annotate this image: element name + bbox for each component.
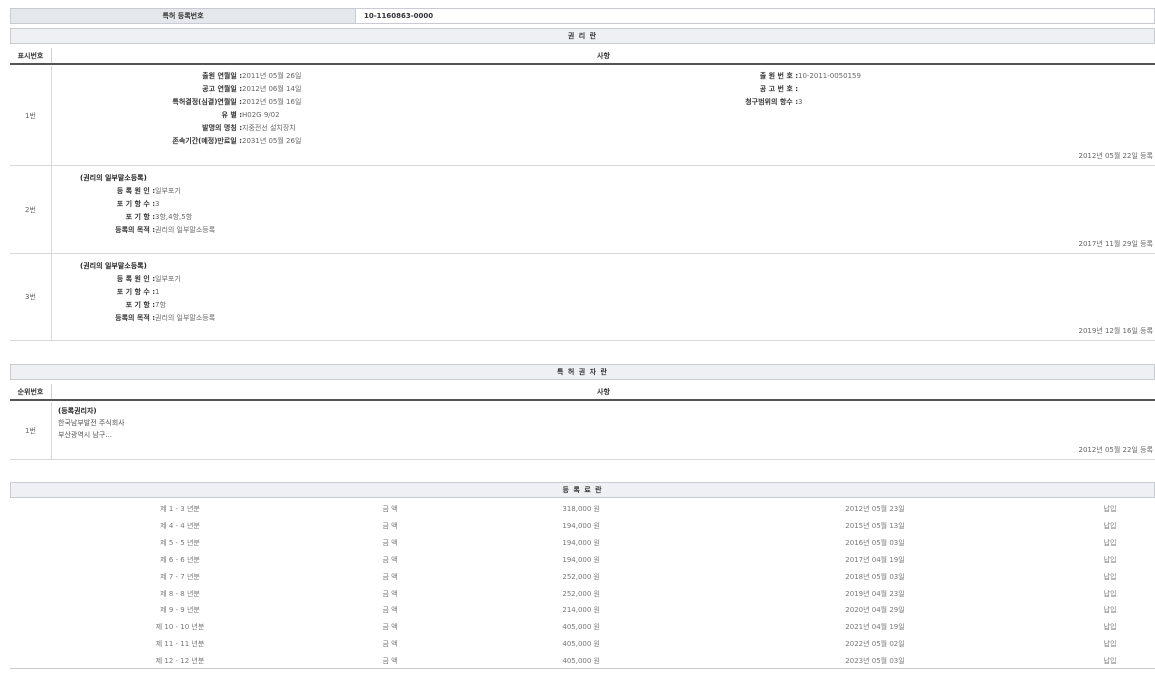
entry-heading: (권리의 일부말소등록) bbox=[80, 172, 147, 185]
fee-status: 납입 bbox=[1080, 518, 1140, 535]
fee-row: 제 11 - 11 년분 금 액 405,000 원 2022년 05월 02일 납입 bbox=[10, 636, 1155, 653]
waived-claim-count: 포 기 항 수 : 3 bbox=[80, 198, 159, 211]
filing-date: 출원 연월일 : 2011년 05월 26일 bbox=[92, 70, 301, 83]
fee-year: 제 10 - 10 년분 bbox=[120, 619, 240, 636]
owner-section-title: 특 허 권 자 란 bbox=[10, 364, 1155, 380]
rights-section-title: 권 리 란 bbox=[10, 28, 1155, 44]
registration-date: 2019년 12월 16일 등록 bbox=[1078, 326, 1153, 336]
fee-payment-date: 2018년 05월 03일 bbox=[810, 569, 940, 586]
entry-number: 2번 bbox=[10, 166, 52, 253]
registration-purpose: 등록의 목적 : 권리의 일부말소등록 bbox=[80, 224, 215, 237]
fee-row: 제 8 - 8 년분 금 액 252,000 원 2019년 04월 23일 납입 bbox=[10, 586, 1155, 603]
fee-amount: 405,000 원 bbox=[500, 619, 600, 636]
waived-claims: 포 기 항 : 3항,4항,5항 bbox=[80, 211, 192, 224]
publication-number: 공 고 번 호 : bbox=[652, 83, 798, 96]
owner-column-header: 순위번호 사항 bbox=[10, 384, 1155, 401]
registration-number-value: 10-1160863-0000 bbox=[356, 9, 433, 23]
fee-payment-date: 2015년 05월 13일 bbox=[810, 518, 940, 535]
fee-amount-label: 금 액 bbox=[360, 535, 420, 552]
fee-payment-date: 2021년 04월 19일 bbox=[810, 619, 940, 636]
rights-entry-1: 1번 출원 연월일 : 2011년 05월 26일 공고 연월일 : 2012년… bbox=[10, 66, 1155, 166]
decision-date: 특허결정(심결)연월일 : 2012년 05월 16일 bbox=[92, 96, 301, 109]
application-number: 출 원 번 호 : 10-2011-0050159 bbox=[652, 70, 861, 83]
fee-section-title: 등 록 료 란 bbox=[10, 482, 1155, 498]
registration-date: 2017년 11월 29일 등록 bbox=[1078, 239, 1153, 249]
fee-amount: 405,000 원 bbox=[500, 636, 600, 653]
waived-claim-count: 포 기 항 수 : 1 bbox=[80, 286, 159, 299]
fee-amount-label: 금 액 bbox=[360, 602, 420, 619]
rights-entry-2: 2번 (권리의 일부말소등록) 등 록 원 인 : 일부포기 포 기 항 수 :… bbox=[10, 166, 1155, 254]
owner-col-matter: 사항 bbox=[52, 384, 1155, 399]
fee-year: 제 1 - 3 년분 bbox=[120, 501, 240, 518]
classification: 유 별 : H02G 9/02 bbox=[92, 109, 280, 122]
fee-amount-label: 금 액 bbox=[360, 586, 420, 603]
fee-row: 제 5 - 5 년분 금 액 194,000 원 2016년 05월 03일 납입 bbox=[10, 535, 1155, 552]
fee-row: 제 7 - 7 년분 금 액 252,000 원 2018년 05월 03일 납입 bbox=[10, 569, 1155, 586]
fee-status: 납입 bbox=[1080, 586, 1140, 603]
fee-amount-label: 금 액 bbox=[360, 552, 420, 569]
fee-amount: 252,000 원 bbox=[500, 586, 600, 603]
fee-status: 납입 bbox=[1080, 535, 1140, 552]
fee-amount-label: 금 액 bbox=[360, 569, 420, 586]
fee-amount-label: 금 액 bbox=[360, 518, 420, 535]
fee-row: 제 6 - 6 년분 금 액 194,000 원 2017년 04월 19일 납입 bbox=[10, 552, 1155, 569]
fee-amount: 194,000 원 bbox=[500, 535, 600, 552]
fee-status: 납입 bbox=[1080, 569, 1140, 586]
fee-payment-date: 2017년 04월 19일 bbox=[810, 552, 940, 569]
fee-status: 납입 bbox=[1080, 501, 1140, 518]
fee-year: 제 7 - 7 년분 bbox=[120, 569, 240, 586]
fee-amount: 194,000 원 bbox=[500, 518, 600, 535]
fee-payment-date: 2019년 04월 23일 bbox=[810, 586, 940, 603]
fee-payment-date: 2016년 05월 03일 bbox=[810, 535, 940, 552]
fee-status: 납입 bbox=[1080, 619, 1140, 636]
owner-address: 부산광역시 남구... bbox=[58, 429, 112, 442]
owner-entry-1: 1번 (등록권리자) 한국남부발전 주식회사 부산광역시 남구... 2012년… bbox=[10, 402, 1155, 460]
fee-row: 제 9 - 9 년분 금 액 214,000 원 2020년 04월 29일 납입 bbox=[10, 602, 1155, 619]
fee-amount-label: 금 액 bbox=[360, 636, 420, 653]
registration-purpose: 등록의 목적 : 권리의 일부말소등록 bbox=[80, 312, 215, 325]
entry-heading: (권리의 일부말소등록) bbox=[80, 260, 147, 273]
fee-amount-label: 금 액 bbox=[360, 619, 420, 636]
fee-year: 제 5 - 5 년분 bbox=[120, 535, 240, 552]
fee-amount: 252,000 원 bbox=[500, 569, 600, 586]
fee-amount: 318,000 원 bbox=[500, 501, 600, 518]
claim-count: 청구범위의 항수 : 3 bbox=[652, 96, 802, 109]
fee-status: 납입 bbox=[1080, 552, 1140, 569]
fee-payment-date: 2020년 04월 29일 bbox=[810, 602, 940, 619]
registration-date: 2012년 05월 22일 등록 bbox=[1078, 151, 1153, 161]
expiration-date: 존속기간(예정)만료일 : 2031년 05월 26일 bbox=[92, 135, 301, 148]
owner-col-num: 순위번호 bbox=[10, 384, 52, 399]
registration-cause: 등 록 원 인 : 일부포기 bbox=[80, 273, 181, 286]
fee-year: 제 9 - 9 년분 bbox=[120, 602, 240, 619]
rights-col-num: 표시번호 bbox=[10, 48, 52, 63]
registration-date: 2012년 05월 22일 등록 bbox=[1078, 445, 1153, 455]
entry-number: 1번 bbox=[10, 66, 52, 165]
fee-amount-label: 금 액 bbox=[360, 501, 420, 518]
fee-payment-date: 2022년 05월 02일 bbox=[810, 636, 940, 653]
fee-row: 제 4 - 4 년분 금 액 194,000 원 2015년 05월 13일 납입 bbox=[10, 518, 1155, 535]
rights-column-header: 표시번호 사항 bbox=[10, 48, 1155, 65]
fee-year: 제 6 - 6 년분 bbox=[120, 552, 240, 569]
publication-date: 공고 연월일 : 2012년 06월 14일 bbox=[92, 83, 301, 96]
fee-payment-date: 2012년 05월 23일 bbox=[810, 501, 940, 518]
registration-number-bar: 특허 등록번호 10-1160863-0000 bbox=[10, 8, 1155, 24]
fee-row: 제 10 - 10 년분 금 액 405,000 원 2021년 04월 19일 납입 bbox=[10, 619, 1155, 636]
fee-amount: 214,000 원 bbox=[500, 602, 600, 619]
rights-col-matter: 사항 bbox=[52, 48, 1155, 63]
fee-row: 제 1 - 3 년분 금 액 318,000 원 2012년 05월 23일 납입 bbox=[10, 501, 1155, 518]
entry-number: 1번 bbox=[10, 402, 52, 459]
fee-amount: 194,000 원 bbox=[500, 552, 600, 569]
fee-status: 납입 bbox=[1080, 636, 1140, 653]
rights-entry-3: 3번 (권리의 일부말소등록) 등 록 원 인 : 일부포기 포 기 항 수 :… bbox=[10, 254, 1155, 341]
fee-year: 제 4 - 4 년분 bbox=[120, 518, 240, 535]
fee-table-bottom-border bbox=[10, 668, 1155, 669]
fee-year: 제 8 - 8 년분 bbox=[120, 586, 240, 603]
fee-year: 제 11 - 11 년분 bbox=[120, 636, 240, 653]
waived-claims: 포 기 항 : 7항 bbox=[80, 299, 166, 312]
entry-number: 3번 bbox=[10, 254, 52, 340]
registration-number-label: 특허 등록번호 bbox=[11, 9, 356, 23]
invention-title: 발명의 명칭 : 지중전선 설치장치 bbox=[92, 122, 296, 135]
fee-status: 납입 bbox=[1080, 602, 1140, 619]
registration-cause: 등 록 원 인 : 일부포기 bbox=[80, 185, 181, 198]
